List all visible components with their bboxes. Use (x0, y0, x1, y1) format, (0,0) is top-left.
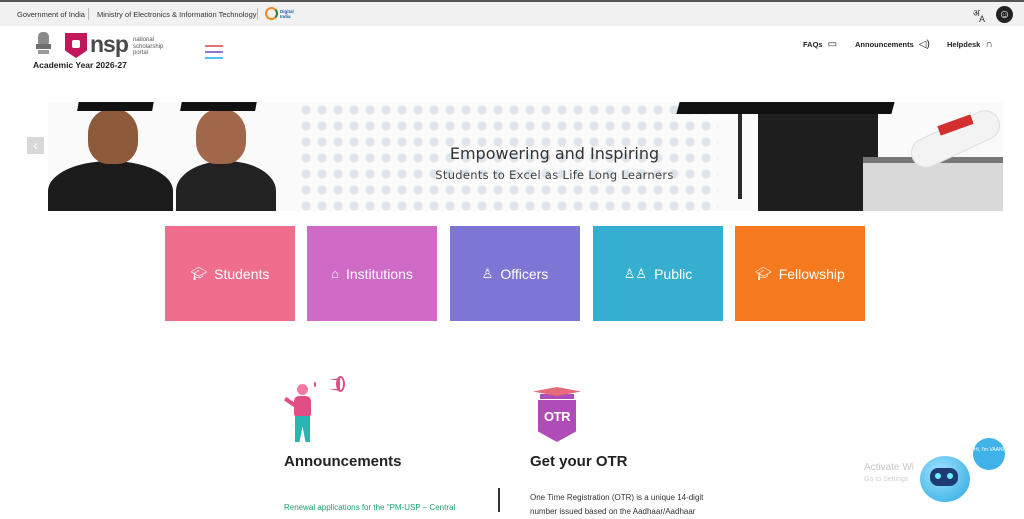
public-tile[interactable]: ♙♙ Public (593, 226, 723, 321)
divider (257, 8, 258, 20)
nav-announcements-label: Announcements (855, 40, 914, 49)
nav-faqs-label: FAQs (803, 40, 823, 49)
building-icon: ⌂ (331, 266, 339, 281)
activate-windows-subtext: Go to Settings (864, 476, 909, 483)
hero-banner: Empowering and Inspiring Students to Exc… (48, 102, 1003, 211)
activate-windows-watermark: Activate Wi (864, 462, 915, 473)
nav-helpdesk[interactable]: Helpdesk ∩ (947, 39, 993, 50)
menu-hamburger-icon[interactable] (205, 45, 223, 59)
nav-helpdesk-label: Helpdesk (947, 40, 981, 49)
headset-icon: ∩ (985, 39, 993, 50)
chat-icon: ▭ (827, 39, 838, 50)
students-tile[interactable]: 🎓︎ Students (165, 226, 295, 321)
digital-india-logo[interactable]: Digital India (265, 7, 305, 21)
institutions-tile[interactable]: ⌂ Institutions (307, 226, 437, 321)
scroll-marker (498, 488, 500, 512)
students-tile-label: Students (214, 265, 270, 282)
divider (88, 8, 89, 20)
announcement-link[interactable]: Renewal applications for the "PM-USP – C… (284, 503, 455, 512)
announcement-person-icon (282, 372, 345, 444)
nav-announcements[interactable]: Announcements ◁) (855, 39, 930, 50)
user-icon: ♙ (481, 265, 494, 281)
banner-title: Empowering and Inspiring (449, 144, 660, 163)
otr-heading: Get your OTR (530, 453, 628, 470)
carousel-prev-button[interactable]: ‹ (27, 137, 44, 154)
digital-india-ring-icon (265, 7, 278, 20)
otr-badge-text: OTR (544, 409, 570, 424)
meity-link[interactable]: Ministry of Electronics & Information Te… (97, 10, 257, 19)
banner-subtitle: Students to Excel as Life Long Learners (435, 168, 674, 182)
graduation-cap-icon: 🎓︎ (755, 265, 772, 281)
otr-badge-icon: OTR (531, 387, 583, 443)
institutions-tile-label: Institutions (345, 265, 413, 282)
announcements-heading: Announcements (284, 453, 402, 470)
fellowship-tile-label: Fellowship (778, 265, 845, 282)
nsp-logo-text[interactable]: nsp (90, 31, 129, 58)
nsp-shield-logo-icon[interactable] (65, 33, 87, 58)
otr-description: One Time Registration (OTR) is a unique … (530, 493, 704, 516)
chatbot-bubble[interactable]: Hi, I'm VAANI (973, 438, 1005, 470)
accessibility-icon[interactable]: ☺ (996, 6, 1013, 23)
users-icon: ♙♙ (623, 265, 648, 281)
academic-year-label: Academic Year 2026-27 (33, 60, 127, 70)
public-tile-label: Public (654, 265, 693, 282)
chatbot-robot-icon[interactable] (918, 452, 974, 504)
nsp-logo-subtitle: national scholarship portal (133, 37, 164, 56)
megaphone-icon: ◁) (918, 39, 930, 50)
language-switch-icon[interactable]: अA (973, 7, 989, 24)
officers-tile[interactable]: ♙ Officers (450, 226, 580, 321)
graduation-cap-icon: 🎓︎ (190, 265, 208, 281)
nav-faqs[interactable]: FAQs ▭ (803, 39, 837, 50)
national-emblem-icon (35, 32, 52, 58)
digital-india-text: Digital India (280, 9, 294, 19)
government-bar: Government of India Ministry of Electron… (0, 0, 1024, 26)
fellowship-tile[interactable]: 🎓︎ Fellowship (735, 226, 865, 321)
officers-tile-label: Officers (500, 265, 549, 282)
site-header: nsp national scholarship portal Academic Y… (0, 26, 1024, 74)
government-of-india-link[interactable]: Government of India (17, 10, 85, 19)
